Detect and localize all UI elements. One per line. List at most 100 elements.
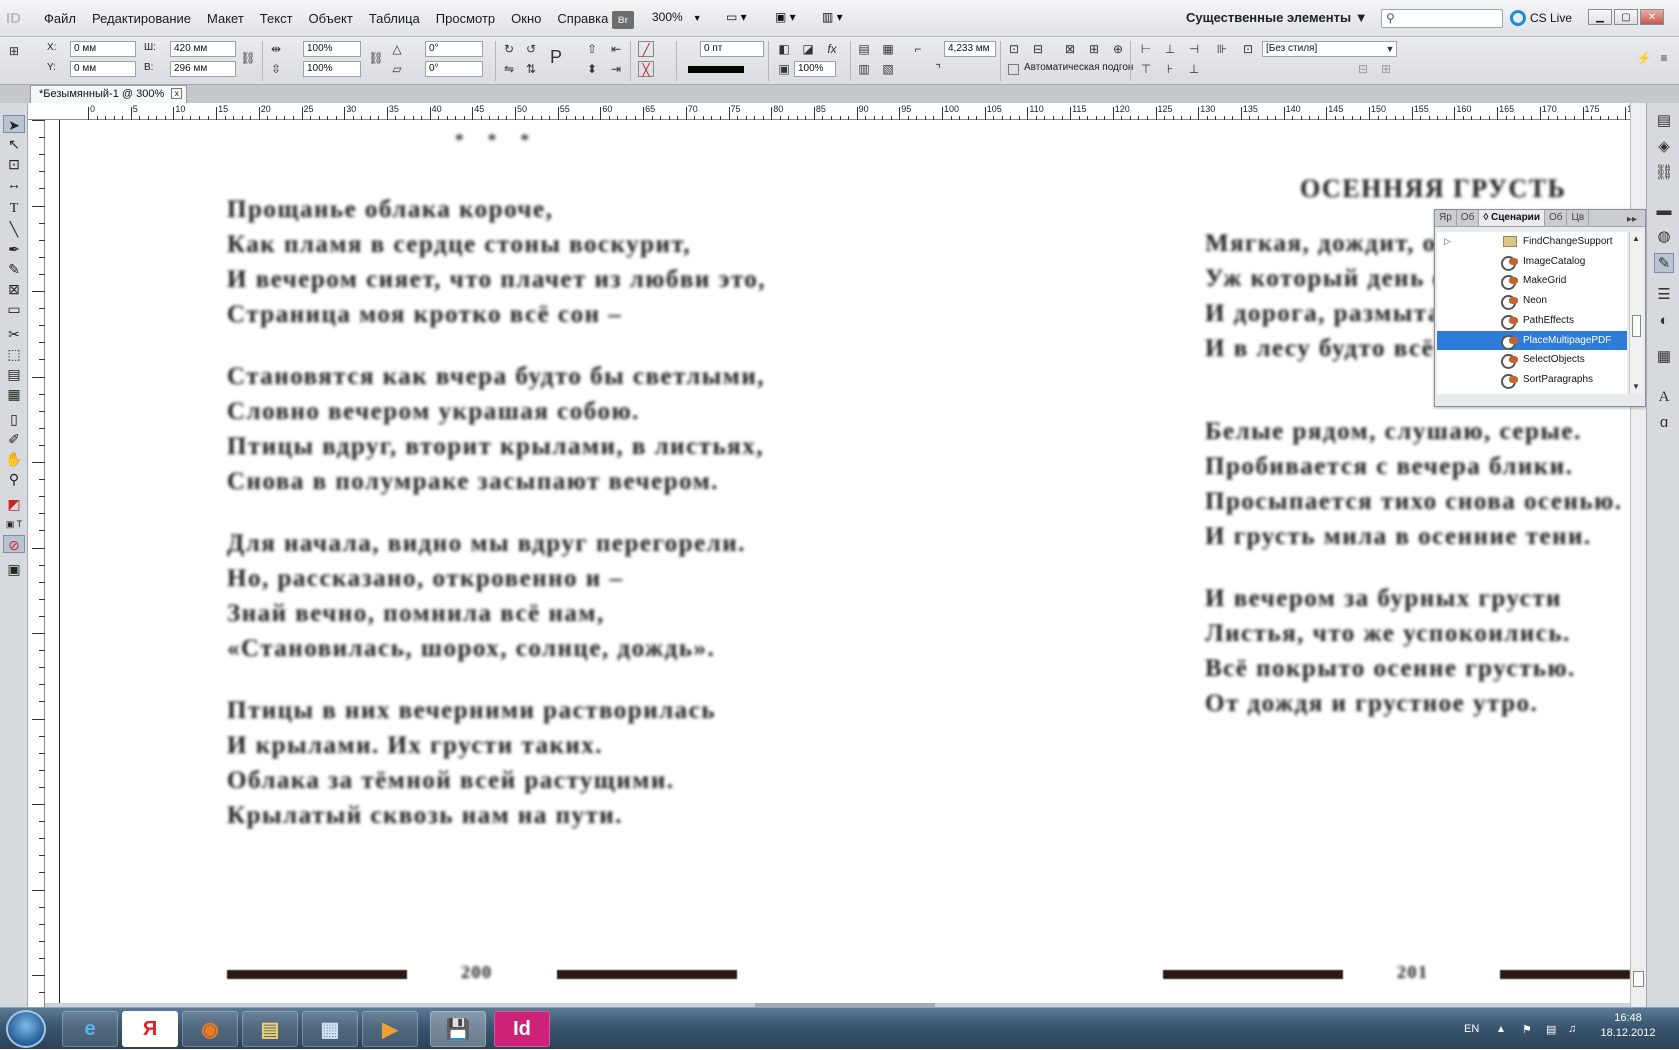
redefine-style-icon[interactable]: ⊞ <box>1378 61 1394 77</box>
wrap-shape-icon[interactable]: ▥ <box>856 61 872 77</box>
selection-tool-icon[interactable]: ➤ <box>3 115 25 133</box>
menu-help[interactable]: Справка <box>549 11 616 26</box>
tab-objects[interactable]: Об <box>1457 210 1480 226</box>
align-vcenter-icon[interactable]: ⊦ <box>1162 61 1178 77</box>
right-page-poem[interactable]: Белые рядом, слушаю, серые. Пробивается … <box>1205 414 1623 748</box>
ie-taskbar-icon[interactable]: e <box>62 1011 118 1047</box>
flip-horizontal-icon[interactable]: ⇋ <box>501 61 517 77</box>
gradient-feather-tool-icon[interactable]: ▦ <box>3 385 25 403</box>
align-hcenter-icon[interactable]: ⊥ <box>1162 41 1178 57</box>
tab-color[interactable]: Цв <box>1567 210 1590 226</box>
table-panel-icon[interactable]: ▦ <box>1654 347 1674 367</box>
pages-panel-icon[interactable]: ▤ <box>1654 111 1674 131</box>
wrap-jump-icon[interactable]: ▧ <box>880 61 896 77</box>
menu-view[interactable]: Просмотр <box>428 11 503 26</box>
layers-panel-icon[interactable]: ◈ <box>1654 137 1674 157</box>
zoom-select[interactable]: 300% ▼ <box>652 10 702 24</box>
script-item[interactable]: MakeGrid <box>1437 271 1627 291</box>
pencil-tool-icon[interactable]: ✎ <box>3 260 25 278</box>
color-panel-icon[interactable]: ◍ <box>1654 227 1674 247</box>
wrap-none-icon[interactable]: ▤ <box>856 41 872 57</box>
scroll-down-icon[interactable]: ▼ <box>1632 382 1640 391</box>
paragraph-panel-icon[interactable]: ☰ <box>1654 285 1674 305</box>
fill-none-icon[interactable]: ╱ <box>638 41 654 57</box>
direct-selection-tool-icon[interactable]: ↖ <box>3 135 25 153</box>
corner-shape-icon[interactable]: ⌝ <box>930 61 946 77</box>
rectangle-frame-tool-icon[interactable]: ⊠ <box>3 280 25 298</box>
zoom-tool-icon[interactable]: ⚲ <box>3 470 25 488</box>
document-tab[interactable]: *Безымянный-1 @ 300% x <box>30 85 188 103</box>
view-options-button[interactable]: ▭ ▾ <box>726 10 747 24</box>
fit-content-frame-icon[interactable]: ⊡ <box>1006 41 1022 57</box>
tab-scripts[interactable]: ◊ Сценарии <box>1479 210 1545 226</box>
x-field[interactable]: 0 мм <box>70 41 136 57</box>
script-item[interactable]: ImageCatalog <box>1437 252 1627 271</box>
select-previous-icon[interactable]: ⇤ <box>608 41 624 57</box>
clear-overrides-icon[interactable]: ⊟ <box>1355 61 1371 77</box>
expand-icon[interactable]: ▷ <box>1444 232 1451 251</box>
cs-live-button[interactable]: CS Live <box>1510 10 1572 26</box>
eyedropper-tool-icon[interactable]: ✐ <box>3 430 25 448</box>
volume-icon[interactable]: ♫ <box>1568 1008 1576 1050</box>
arrange-documents-button[interactable]: ▥ ▾ <box>822 10 843 24</box>
select-next-icon[interactable]: ⇥ <box>608 61 624 77</box>
start-button[interactable] <box>6 1010 46 1048</box>
menu-file[interactable]: Файл <box>36 11 84 26</box>
links-panel-icon[interactable]: ⛓ <box>1654 163 1674 183</box>
help-search-input[interactable]: ⚲ <box>1381 9 1503 28</box>
select-content-icon[interactable]: ⬍ <box>584 61 600 77</box>
stroke-none-icon[interactable]: ╳ <box>638 61 654 77</box>
document-canvas[interactable]: * * * Прощанье облака короче, Как пламя … <box>45 120 1630 1007</box>
explorer-taskbar-icon[interactable]: ▤ <box>242 1011 298 1047</box>
scale-x-field[interactable]: 100% <box>303 41 361 57</box>
scissors-tool-icon[interactable]: ✂ <box>3 325 25 343</box>
workspace-switcher[interactable]: Существенные элементы ▼ <box>1186 10 1368 25</box>
align-left-icon[interactable]: ⊢ <box>1138 41 1154 57</box>
scroll-up-icon[interactable]: ▲ <box>1632 234 1640 243</box>
script-item[interactable]: PathEffects <box>1437 311 1627 330</box>
width-field[interactable]: 420 мм <box>170 41 236 57</box>
screen-mode-button[interactable]: ▣ ▾ <box>775 10 796 24</box>
apply-none-icon[interactable]: ⊘ <box>3 535 25 553</box>
scale-y-field[interactable]: 100% <box>303 61 361 77</box>
tab-layers[interactable]: Яр <box>1435 210 1457 226</box>
maximize-button[interactable]: ▢ <box>1614 9 1638 25</box>
distribute-icon[interactable]: ⊪ <box>1214 41 1230 57</box>
swatches-panel-icon[interactable]: ◐ <box>1654 311 1674 331</box>
constrain-proportions-icon[interactable]: ⛓ <box>240 50 256 66</box>
language-indicator[interactable]: EN <box>1464 1008 1479 1050</box>
screen-mode-icon[interactable]: ▣ <box>3 560 25 578</box>
align-right-icon[interactable]: ⊣ <box>1186 41 1202 57</box>
network-icon[interactable]: ▤ <box>1546 1008 1556 1050</box>
hand-tool-icon[interactable]: ✋ <box>3 450 25 468</box>
menu-layout[interactable]: Макет <box>199 11 252 26</box>
rotate-angle-field[interactable]: 0° <box>425 41 483 57</box>
effects-icon[interactable]: ◪ <box>800 41 816 57</box>
rotate-cw-icon[interactable]: ↻ <box>501 41 517 57</box>
firefox-taskbar-icon[interactable]: ◉ <box>182 1011 238 1047</box>
fill-stroke-swatch-icon[interactable]: ◩ <box>3 495 25 513</box>
panel-menu-icon[interactable]: ▸▸ <box>1623 212 1641 227</box>
align-top-icon[interactable]: ⊤ <box>1138 61 1154 77</box>
reference-point-icon[interactable]: ⊞ <box>6 43 22 59</box>
stroke-type-swatch[interactable] <box>688 66 744 73</box>
panel-menu-icon[interactable]: ≡ <box>1656 50 1672 66</box>
object-style-select[interactable]: [Без стиля] <box>1262 41 1397 57</box>
character-panel-icon[interactable]: A <box>1654 387 1674 407</box>
calculator-taskbar-icon[interactable]: ▦ <box>302 1011 358 1047</box>
wrap-bounding-icon[interactable]: ▦ <box>880 41 896 57</box>
fit-proportional-icon[interactable]: ⊠ <box>1062 41 1078 57</box>
script-item[interactable]: SelectObjects <box>1437 350 1627 370</box>
scripts-panel-icon[interactable]: ✎ <box>1654 253 1674 273</box>
script-item[interactable]: ▷ FindChangeSupport <box>1437 232 1627 251</box>
height-field[interactable]: 296 мм <box>170 61 236 77</box>
page-tool-icon[interactable]: ⊡ <box>3 155 25 173</box>
shear-angle-field[interactable]: 0° <box>425 61 483 77</box>
free-transform-tool-icon[interactable]: ⬚ <box>3 345 25 363</box>
corner-size-field[interactable]: 4,233 мм <box>944 41 996 57</box>
close-window-button[interactable]: ✕ <box>1640 9 1664 25</box>
menu-object[interactable]: Объект <box>301 11 361 26</box>
tab-object-states[interactable]: Об <box>1545 210 1568 226</box>
fx-icon[interactable]: fx <box>824 41 840 57</box>
stroke-panel-icon[interactable]: ▬ <box>1654 201 1674 221</box>
